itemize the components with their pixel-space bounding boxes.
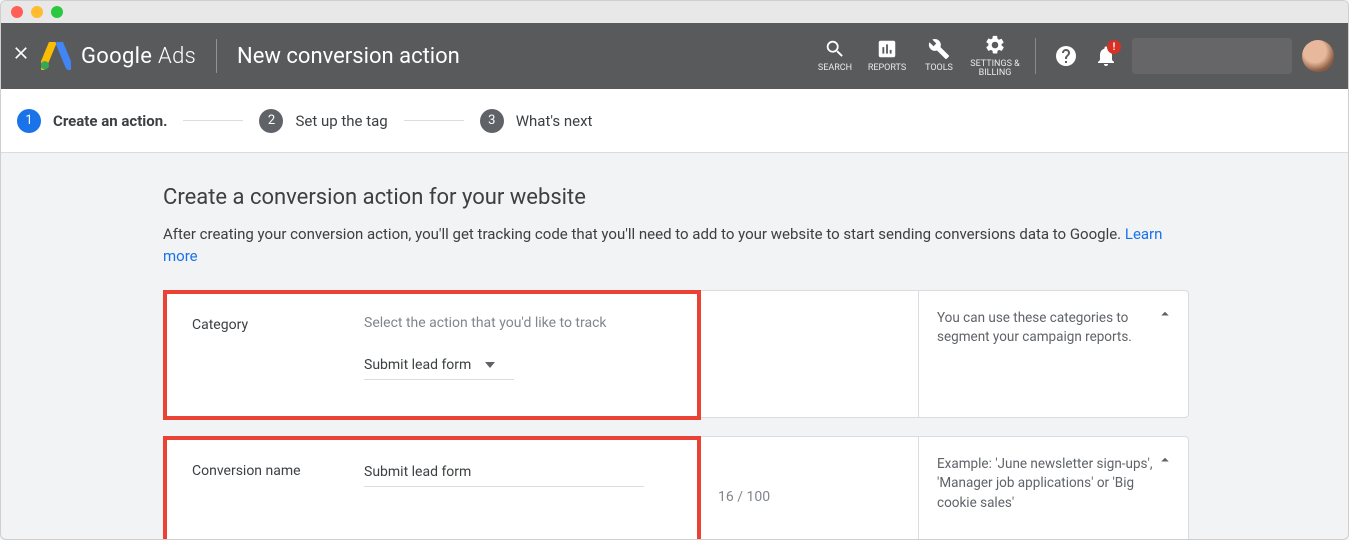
- ads-logo-icon: [41, 42, 71, 70]
- product-name-second: Ads: [158, 44, 196, 69]
- reports-icon: [876, 38, 898, 60]
- app-header: Google Ads New conversion action SEARCH …: [1, 23, 1348, 89]
- chevron-up-icon: [1156, 451, 1174, 469]
- product-logo-group: Google Ads: [41, 42, 196, 70]
- step-2[interactable]: 2 Set up the tag: [259, 109, 387, 133]
- search-label: SEARCH: [818, 64, 852, 73]
- step-label: What's next: [516, 112, 593, 130]
- mac-zoom-icon[interactable]: [51, 6, 63, 18]
- step-number: 1: [17, 109, 41, 133]
- collapse-button[interactable]: [1156, 305, 1174, 330]
- divider: [1035, 38, 1036, 74]
- card-help-panel: Example: 'June newsletter sign-ups', 'Ma…: [918, 437, 1188, 540]
- help-button[interactable]: [1046, 36, 1086, 76]
- step-label: Set up the tag: [295, 112, 387, 130]
- category-card: Category Select the action that you'd li…: [163, 290, 1189, 418]
- tools-icon: [928, 38, 950, 60]
- description-text: After creating your conversion action, y…: [163, 225, 1125, 243]
- settings-billing-button[interactable]: SETTINGS & BILLING: [965, 34, 1025, 79]
- section-description: After creating your conversion action, y…: [163, 224, 1173, 268]
- settings-label: SETTINGS & BILLING: [965, 60, 1025, 79]
- field-label-category: Category: [192, 315, 364, 387]
- card-left: Category Select the action that you'd li…: [164, 291, 702, 417]
- avatar[interactable]: [1302, 40, 1334, 72]
- help-text: You can use these categories to segment …: [937, 310, 1132, 346]
- account-selector[interactable]: [1132, 38, 1292, 74]
- section-title: Create a conversion action for your webs…: [163, 185, 1189, 210]
- main-content: Create a conversion action for your webs…: [1, 153, 1189, 540]
- mac-minimize-icon[interactable]: [31, 6, 43, 18]
- mac-close-icon[interactable]: [11, 6, 23, 18]
- reports-label: REPORTS: [868, 64, 906, 73]
- tools-button[interactable]: TOOLS: [913, 38, 965, 73]
- help-icon: [1054, 44, 1078, 68]
- step-connector: [183, 120, 243, 121]
- chevron-up-icon: [1156, 305, 1174, 323]
- step-label: Create an action.: [53, 112, 167, 130]
- conversion-name-card: Conversion name 16 / 100 Example: 'June …: [163, 436, 1189, 540]
- dropdown-value: Submit lead form: [364, 357, 471, 373]
- divider: [216, 39, 217, 73]
- card-middle: [702, 291, 918, 417]
- stepper: 1 Create an action. 2 Set up the tag 3 W…: [1, 89, 1348, 153]
- field-label-conversion-name: Conversion name: [192, 461, 364, 515]
- search-icon: [824, 38, 846, 60]
- notifications-button[interactable]: !: [1086, 36, 1126, 76]
- card-help-panel: You can use these categories to segment …: [918, 291, 1188, 417]
- close-button[interactable]: [1, 43, 41, 69]
- notification-badge: !: [1107, 40, 1121, 54]
- mac-titlebar: [1, 1, 1348, 23]
- char-counter: 16 / 100: [718, 489, 770, 505]
- collapse-button[interactable]: [1156, 451, 1174, 476]
- search-button[interactable]: SEARCH: [809, 38, 861, 73]
- step-number: 2: [259, 109, 283, 133]
- product-name: Google Ads: [81, 44, 196, 69]
- header-tools: SEARCH REPORTS TOOLS SETTINGS & BILLING …: [809, 23, 1348, 89]
- caret-down-icon: [485, 360, 495, 370]
- reports-button[interactable]: REPORTS: [861, 38, 913, 73]
- step-3[interactable]: 3 What's next: [480, 109, 593, 133]
- page-title: New conversion action: [237, 44, 460, 69]
- step-number: 3: [480, 109, 504, 133]
- step-connector: [404, 120, 464, 121]
- product-name-first: Google: [81, 44, 152, 69]
- field-hint: Select the action that you'd like to tra…: [364, 315, 674, 331]
- conversion-name-input[interactable]: [364, 461, 644, 487]
- category-dropdown[interactable]: Submit lead form: [364, 353, 514, 380]
- step-1[interactable]: 1 Create an action.: [17, 109, 167, 133]
- help-text: Example: 'June newsletter sign-ups', 'Ma…: [937, 456, 1153, 511]
- gear-icon: [984, 34, 1006, 56]
- card-middle: 16 / 100: [702, 437, 918, 540]
- tools-label: TOOLS: [925, 64, 953, 73]
- card-left: Conversion name: [164, 437, 702, 540]
